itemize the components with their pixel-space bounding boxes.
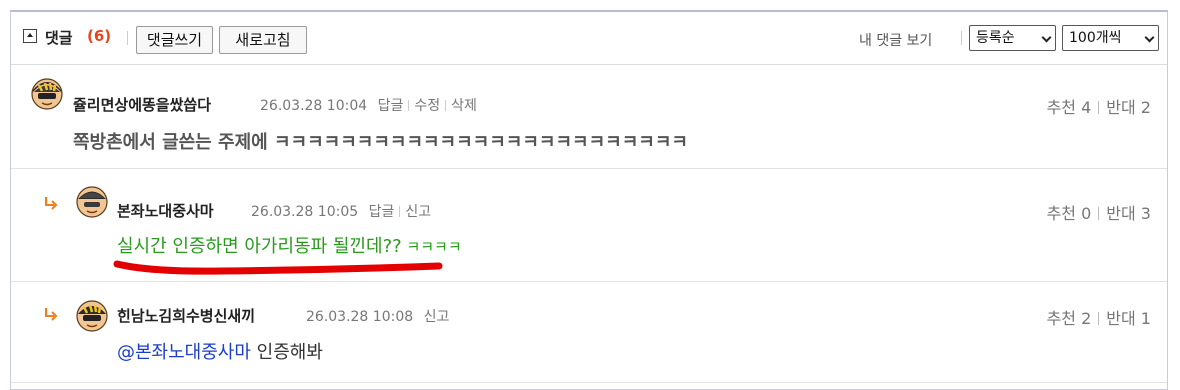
downvote-button[interactable]: 반대 3: [1106, 204, 1151, 223]
downvote-button[interactable]: 반대 2: [1106, 98, 1151, 117]
comment-text: 쪽방촌에서 글쓴는 주제에 ㅋㅋㅋㅋㅋㅋㅋㅋㅋㅋㅋㅋㅋㅋㅋㅋㅋㅋㅋㅋㅋㅋㅋㅋㅋ: [73, 132, 688, 153]
comment-author[interactable]: 본좌노대중사마: [117, 200, 214, 221]
sort-select[interactable]: 등록순: [969, 25, 1056, 51]
refresh-button[interactable]: 새로고침: [219, 26, 307, 54]
report-link[interactable]: 신고: [424, 309, 450, 325]
divider: [127, 31, 128, 45]
comment-text: @본좌노대중사마 인증해봐: [117, 338, 323, 364]
comment-header: 댓글 (6) 댓글쓰기 새로고침 내 댓글 보기 등록순 100개씩: [11, 12, 1167, 65]
divider: [961, 31, 962, 45]
reply-link[interactable]: 답글: [378, 98, 404, 114]
comment-panel: 댓글 (6) 댓글쓰기 새로고침 내 댓글 보기 등록순 100개씩 쥴리면상에…: [10, 10, 1168, 390]
my-comments-link[interactable]: 내 댓글 보기: [859, 30, 932, 50]
reply-arrow-icon: [45, 197, 58, 210]
vote-box: 추천 4 반대 2: [1047, 94, 1151, 118]
comment-author[interactable]: 힌남노김희수병신새끼: [117, 305, 255, 326]
upvote-button[interactable]: 추천 2: [1047, 309, 1092, 328]
comment-date: 26.03.28 10:08: [306, 309, 414, 325]
comment-meta: 26.03.28 10:04 답글 수정 삭제: [260, 95, 477, 115]
comment-meta: 26.03.28 10:08 신고: [306, 306, 449, 326]
downvote-button[interactable]: 반대 1: [1106, 309, 1151, 328]
per-page-select[interactable]: 100개씩: [1062, 25, 1159, 51]
comment-item: 쥴리면상에똥을쌌씁다 26.03.28 10:04 답글 수정 삭제 추천 4 반대 …: [11, 64, 1167, 169]
comment-meta: 26.03.28 10:05 답글 신고: [251, 201, 431, 221]
avatar: [31, 78, 63, 110]
upvote-button[interactable]: 추천 0: [1047, 204, 1092, 223]
reply-item: 힌남노김희수병신새끼 26.03.28 10:08 신고 추천 2 반대 1 @본…: [11, 281, 1167, 383]
chevron-down-icon: [1041, 32, 1052, 43]
comment-text-tail: ㅋㅋㅋㅋ: [401, 238, 462, 256]
chevron-down-icon: [1144, 32, 1155, 43]
reply-arrow-icon: [45, 308, 58, 321]
vote-box: 추천 0 반대 3: [1047, 200, 1151, 224]
reply-item: 본좌노대중사마 26.03.28 10:05 답글 신고 추천 0 반대 3 실시간…: [11, 168, 1167, 282]
write-comment-button[interactable]: 댓글쓰기: [136, 26, 213, 54]
upvote-button[interactable]: 추천 4: [1047, 98, 1092, 117]
avatar: [76, 300, 108, 332]
delete-link[interactable]: 삭제: [451, 98, 477, 114]
vote-box: 추천 2 반대 1: [1047, 305, 1151, 329]
red-underline-mark: [113, 260, 443, 275]
mention-link[interactable]: @본좌노대중사마: [117, 342, 251, 363]
avatar: [76, 186, 108, 218]
comment-title: 댓글: [45, 29, 73, 47]
per-page-select-value: 100개씩: [1069, 30, 1122, 46]
reply-link[interactable]: 답글: [369, 204, 395, 220]
collapse-toggle-icon[interactable]: [23, 29, 37, 43]
comment-date: 26.03.28 10:04: [260, 98, 368, 114]
edit-link[interactable]: 수정: [414, 98, 440, 114]
comment-text: 실시간 인증하면 아가리동파 될낀데?? ㅋㅋㅋㅋ: [117, 232, 462, 258]
comment-author[interactable]: 쥴리면상에똥을쌌씁다: [73, 94, 211, 115]
comment-count: (6): [87, 27, 112, 45]
comment-date: 26.03.28 10:05: [251, 204, 359, 220]
sort-select-value: 등록순: [976, 30, 1015, 46]
comment-text-main: 인증해봐: [250, 342, 323, 363]
report-link[interactable]: 신고: [405, 204, 431, 220]
comment-text-main: 실시간 인증하면 아가리동파 될낀데??: [117, 236, 402, 257]
